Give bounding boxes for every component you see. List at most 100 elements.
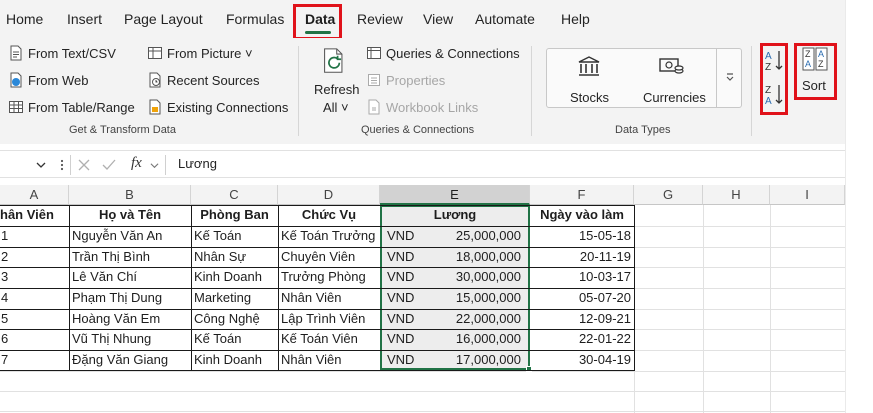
column-header-b[interactable]: B — [69, 185, 191, 205]
cell-name[interactable]: Đặng Văn Giang — [69, 350, 191, 371]
column-header-i[interactable]: I — [770, 185, 845, 205]
header-cell-position[interactable]: Chức Vụ — [278, 205, 380, 226]
cell-department[interactable]: Kế Toán — [191, 329, 278, 350]
from-web-button[interactable]: From Web — [8, 72, 88, 88]
header-cell-start-date[interactable]: Ngày vào làm — [530, 205, 634, 226]
cell-currency[interactable]: VND — [384, 329, 424, 350]
column-header-c[interactable]: C — [191, 185, 278, 205]
header-cell-full-name[interactable]: Họ và Tên — [69, 205, 191, 226]
from-picture-button[interactable]: From Picture ˅ — [147, 45, 253, 61]
header-cell-employee-id[interactable]: hân Viên — [0, 205, 69, 226]
insert-function-icon[interactable]: fx — [131, 155, 142, 172]
cell-position[interactable]: Kế Toán Viên — [278, 329, 380, 350]
cell-salary[interactable]: 17,000,000 — [424, 350, 524, 371]
cancel-icon[interactable] — [78, 159, 90, 171]
cell-name[interactable]: Lê Văn Chí — [69, 267, 191, 288]
cell-currency[interactable]: VND — [384, 247, 424, 268]
stocks-button[interactable]: Stocks — [560, 52, 620, 106]
cell-id[interactable]: 2 — [0, 247, 69, 268]
cell-currency[interactable]: VND — [384, 350, 424, 371]
cell-position[interactable]: Kế Toán Trưởng — [278, 226, 380, 247]
queries-connections-label: Queries & Connections — [386, 45, 520, 61]
cell-start-date[interactable]: 10-03-17 — [530, 267, 634, 288]
from-web-label: From Web — [28, 72, 89, 88]
existing-connections-button[interactable]: Existing Connections — [147, 99, 288, 115]
queries-connections-button[interactable]: Queries & Connections — [366, 45, 520, 61]
cell-currency[interactable]: VND — [384, 288, 424, 309]
cell-currency[interactable]: VND — [384, 267, 424, 288]
sort-a-to-z-button[interactable]: AZ — [764, 48, 784, 76]
cell-department[interactable]: Marketing — [191, 288, 278, 309]
cell-id[interactable]: 7 — [0, 350, 69, 371]
cell-name[interactable]: Vũ Thị Nhung — [69, 329, 191, 350]
properties-button[interactable]: Properties — [366, 72, 445, 88]
data-types-gallery-more[interactable] — [716, 48, 742, 108]
cell-start-date[interactable]: 12-09-21 — [530, 309, 634, 330]
menu-page-layout[interactable]: Page Layout — [124, 11, 203, 27]
formula-input[interactable]: Lương — [170, 155, 845, 175]
column-header-e[interactable]: E — [380, 185, 530, 205]
header-cell-department[interactable]: Phòng Ban — [191, 205, 278, 226]
enter-check-icon[interactable] — [102, 159, 116, 171]
workbook-links-button[interactable]: Workbook Links — [366, 99, 478, 115]
sort-z-to-a-button[interactable]: ZA — [764, 82, 784, 110]
ribbon-separator — [298, 46, 299, 136]
cell-id[interactable]: 1 — [0, 226, 69, 247]
cell-department[interactable]: Kinh Doanh — [191, 350, 278, 371]
column-header-a[interactable]: A — [0, 185, 69, 205]
cell-start-date[interactable]: 15-05-18 — [530, 226, 634, 247]
cell-department[interactable]: Kinh Doanh — [191, 267, 278, 288]
sort-button[interactable]: ZAAZ Sort — [797, 46, 834, 97]
column-header-f[interactable]: F — [530, 185, 634, 205]
cell-name[interactable]: Trần Thị Bình — [69, 247, 191, 268]
column-header-g[interactable]: G — [634, 185, 703, 205]
function-dropdown-icon[interactable] — [150, 161, 159, 170]
cell-id[interactable]: 5 — [0, 309, 69, 330]
cell-start-date[interactable]: 05-07-20 — [530, 288, 634, 309]
refresh-all-button[interactable]: Refresh All ˅ — [310, 44, 360, 122]
text-file-icon — [10, 45, 22, 61]
menu-view[interactable]: View — [423, 11, 453, 27]
cell-salary[interactable]: 22,000,000 — [424, 309, 524, 330]
cell-salary[interactable]: 30,000,000 — [424, 267, 524, 288]
cell-position[interactable]: Nhân Viên — [278, 288, 380, 309]
cell-salary[interactable]: 18,000,000 — [424, 247, 524, 268]
cell-id[interactable]: 4 — [0, 288, 69, 309]
cell-position[interactable]: Trưởng Phòng — [278, 267, 380, 288]
menu-insert[interactable]: Insert — [67, 11, 102, 27]
column-header-d[interactable]: D — [278, 185, 380, 205]
menu-automate[interactable]: Automate — [475, 11, 535, 27]
menu-home[interactable]: Home — [6, 11, 43, 27]
header-cell-salary[interactable]: Lương — [380, 205, 530, 226]
cell-position[interactable]: Chuyên Viên — [278, 247, 380, 268]
from-text-csv-button[interactable]: From Text/CSV — [8, 45, 116, 61]
menu-formulas[interactable]: Formulas — [226, 11, 284, 27]
cell-start-date[interactable]: 20-11-19 — [530, 247, 634, 268]
cell-salary[interactable]: 16,000,000 — [424, 329, 524, 350]
more-options-icon[interactable] — [60, 159, 64, 171]
name-box-dropdown-icon[interactable] — [36, 160, 46, 170]
cell-department[interactable]: Nhân Sự — [191, 247, 278, 268]
queries-group-label: Queries & Connections — [361, 124, 475, 136]
cell-id[interactable]: 3 — [0, 267, 69, 288]
cell-name[interactable]: Nguyễn Văn An — [69, 226, 191, 247]
cell-currency[interactable]: VND — [384, 226, 424, 247]
cell-name[interactable]: Hoàng Văn Em — [69, 309, 191, 330]
cell-salary[interactable]: 25,000,000 — [424, 226, 524, 247]
cell-department[interactable]: Kế Toán — [191, 226, 278, 247]
cell-department[interactable]: Công Nghệ — [191, 309, 278, 330]
menu-review[interactable]: Review — [357, 11, 403, 27]
cell-name[interactable]: Phạm Thị Dung — [69, 288, 191, 309]
cell-salary[interactable]: 15,000,000 — [424, 288, 524, 309]
recent-sources-button[interactable]: Recent Sources — [147, 72, 260, 88]
from-table-range-button[interactable]: From Table/Range — [8, 99, 135, 115]
column-header-h[interactable]: H — [703, 185, 770, 205]
cell-start-date[interactable]: 30-04-19 — [530, 350, 634, 371]
cell-start-date[interactable]: 22-01-22 — [530, 329, 634, 350]
cell-currency[interactable]: VND — [384, 309, 424, 330]
cell-position[interactable]: Nhân Viên — [278, 350, 380, 371]
menu-help[interactable]: Help — [561, 11, 590, 27]
cell-id[interactable]: 6 — [0, 329, 69, 350]
cell-position[interactable]: Lập Trình Viên — [278, 309, 380, 330]
currencies-button[interactable]: Currencies — [638, 52, 710, 106]
